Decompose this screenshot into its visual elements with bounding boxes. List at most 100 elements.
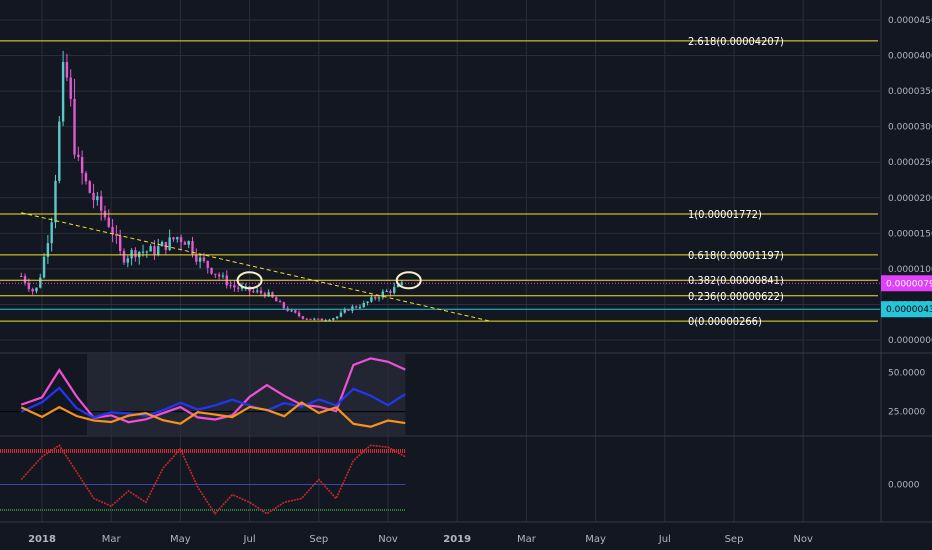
candle-body bbox=[206, 261, 209, 268]
candle-body bbox=[122, 250, 126, 263]
price-tick-label: 0.00001500 bbox=[888, 229, 932, 239]
candle-body bbox=[39, 277, 42, 288]
time-tick-label: 2019 bbox=[443, 534, 471, 545]
candle-body bbox=[35, 287, 38, 292]
fib-level-label: 0(0.00000266) bbox=[688, 315, 762, 328]
candle-body bbox=[141, 251, 145, 253]
candle-body bbox=[347, 309, 350, 311]
candle-body bbox=[54, 180, 57, 223]
candle-body bbox=[149, 246, 152, 252]
candle-body bbox=[65, 62, 69, 78]
candle-body bbox=[316, 318, 320, 320]
candle-body bbox=[278, 301, 282, 303]
candle-body bbox=[58, 121, 61, 181]
candle-body bbox=[221, 275, 225, 277]
candle-body bbox=[301, 316, 305, 319]
time-tick-label: Jul bbox=[658, 534, 671, 545]
candle-body bbox=[309, 318, 312, 320]
candle-body bbox=[134, 250, 137, 258]
fib-level-label: 2.618(0.00004207) bbox=[688, 35, 784, 48]
chart-background bbox=[0, 0, 932, 550]
candle-body bbox=[187, 241, 190, 245]
candle-body bbox=[236, 287, 240, 289]
candle-body bbox=[214, 273, 217, 275]
candle-body bbox=[20, 276, 23, 277]
candle-body bbox=[130, 250, 133, 259]
candle-body bbox=[343, 309, 346, 313]
candle-body bbox=[389, 290, 392, 293]
fib-level-label: 0.618(0.00001197) bbox=[688, 249, 784, 262]
support-price-value: 0.00000433 bbox=[886, 305, 932, 315]
candle-body bbox=[233, 285, 236, 288]
price-tick-label: 0.00000000 bbox=[888, 336, 932, 346]
price-tick-label: 0.00002000 bbox=[888, 194, 932, 204]
candle-body bbox=[351, 306, 354, 311]
osc-tick-label: 0.0000 bbox=[888, 481, 920, 491]
candle-body bbox=[252, 291, 255, 293]
time-tick-label: 2018 bbox=[28, 534, 56, 545]
candle-body bbox=[126, 258, 130, 263]
fib-level-label: 1(0.00001772) bbox=[688, 208, 762, 221]
candle-body bbox=[259, 290, 263, 294]
candle-body bbox=[313, 318, 316, 320]
candle-body bbox=[111, 226, 114, 235]
candle-body bbox=[366, 301, 369, 303]
candle-body bbox=[202, 257, 206, 262]
candle-body bbox=[210, 267, 213, 274]
time-tick-label: May bbox=[170, 534, 191, 545]
candle-body bbox=[168, 237, 171, 250]
candle-body bbox=[282, 302, 286, 309]
fib-level-label: 0.382(0.00000841) bbox=[688, 274, 784, 287]
time-tick-label: Mar bbox=[102, 534, 122, 545]
current-price-value: 0.00000798 bbox=[886, 279, 932, 289]
candle-body bbox=[61, 62, 65, 122]
time-tick-label: May bbox=[585, 534, 606, 545]
candle-body bbox=[297, 312, 301, 317]
candle-body bbox=[271, 292, 274, 298]
candle-body bbox=[195, 254, 198, 262]
candle-body bbox=[107, 217, 110, 227]
price-tick-label: 0.00003000 bbox=[888, 123, 932, 133]
candle-body bbox=[31, 288, 34, 292]
candle-body bbox=[229, 285, 232, 287]
price-tick-label: 0.00003500 bbox=[888, 87, 932, 97]
candle-body bbox=[358, 307, 362, 309]
candle-body bbox=[157, 246, 160, 255]
time-tick-label: Mar bbox=[517, 534, 537, 545]
candle-body bbox=[27, 283, 31, 289]
candle-body bbox=[80, 157, 84, 174]
candle-body bbox=[69, 77, 72, 99]
candle-body bbox=[256, 290, 259, 292]
chart-svg[interactable]: 2.618(0.00004207) 1(0.00001772) 0.618(0.00… bbox=[0, 0, 932, 550]
candle-body bbox=[335, 316, 339, 319]
indicator-tick-label: 25.0000 bbox=[888, 408, 925, 418]
candle-body bbox=[183, 242, 187, 245]
candle-body bbox=[354, 306, 358, 308]
candle-body bbox=[320, 318, 324, 321]
candle-body bbox=[118, 235, 122, 251]
indicator-tick-label: 50.0000 bbox=[888, 369, 925, 379]
candle-body bbox=[92, 192, 95, 201]
candle-body bbox=[99, 196, 103, 211]
candle-body bbox=[73, 98, 76, 155]
candle-body bbox=[172, 237, 175, 240]
candle-body bbox=[145, 251, 149, 253]
price-tick-label: 0.00002500 bbox=[888, 158, 932, 168]
price-tick-label: 0.00004500 bbox=[888, 16, 932, 26]
fib-level-label: 0.236(0.00000622) bbox=[688, 290, 784, 303]
candle-body bbox=[179, 237, 183, 243]
candle-body bbox=[362, 302, 365, 308]
indicator-shade bbox=[86, 354, 406, 435]
candle-body bbox=[275, 297, 278, 302]
candle-body bbox=[294, 310, 297, 313]
candle-body bbox=[385, 290, 388, 292]
candle-body bbox=[377, 297, 381, 299]
candle-body bbox=[198, 257, 202, 262]
candle-body bbox=[370, 297, 373, 302]
candle-body bbox=[332, 318, 335, 320]
candle-body bbox=[305, 318, 308, 320]
time-tick-label: Sep bbox=[309, 534, 328, 545]
candle-body bbox=[393, 287, 396, 293]
price-tick-label: 0.00004000 bbox=[888, 52, 932, 62]
time-tick-label: Jul bbox=[243, 534, 256, 545]
